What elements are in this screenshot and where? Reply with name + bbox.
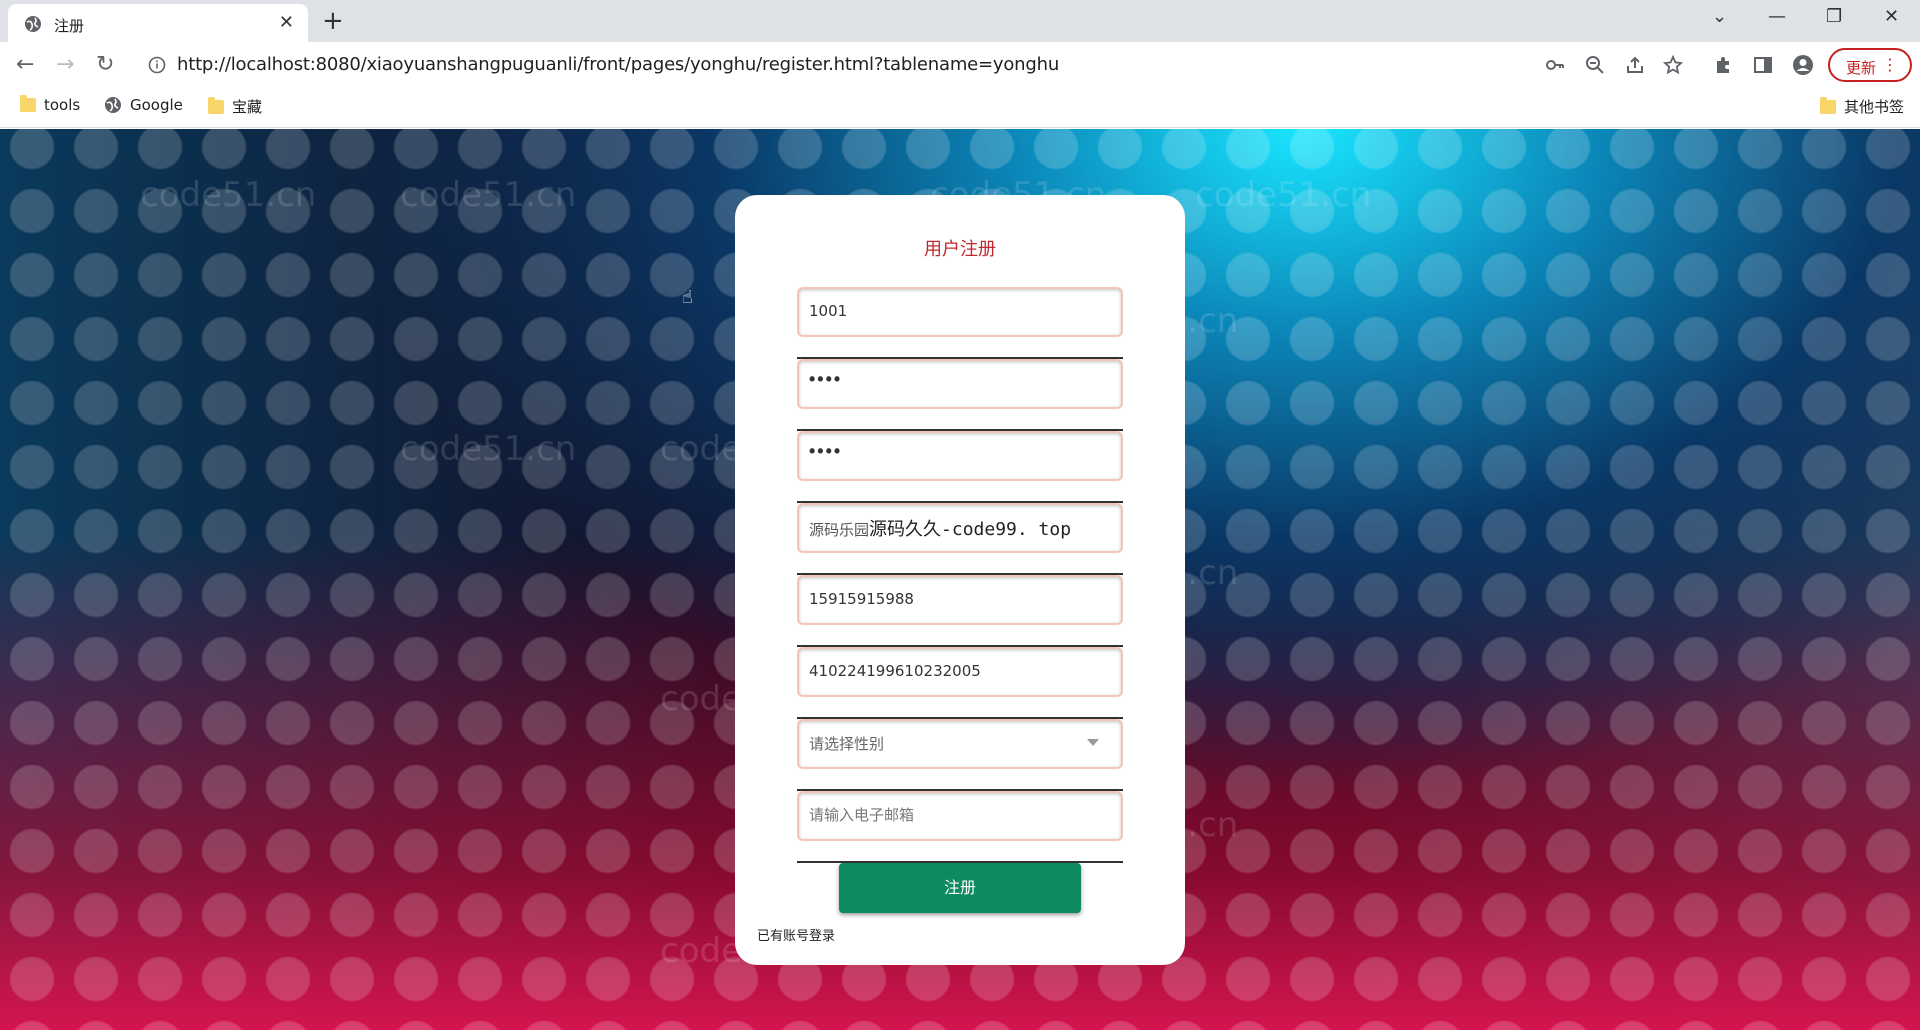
profile-avatar-icon[interactable] [1792, 54, 1814, 76]
globe-icon [25, 16, 41, 32]
confirm-password-field: •••• [797, 431, 1123, 503]
more-menu-icon[interactable]: ⋮ [1882, 55, 1898, 74]
address-bar[interactable]: http://localhost:8080/xiaoyuanshangpugua… [177, 54, 1059, 75]
close-window-icon[interactable]: ✕ [1884, 6, 1899, 27]
gender-select-placeholder: 请选择性别 [809, 735, 885, 753]
folder-icon [20, 95, 36, 112]
dropdown-arrow-icon[interactable] [1087, 739, 1099, 746]
forward-icon[interactable]: → [56, 52, 74, 77]
bookmarks-bar: tools Google 宝藏 其他书签 [0, 88, 1920, 128]
new-tab-button[interactable]: + [322, 6, 344, 36]
page-title: 用户注册 [924, 239, 996, 260]
hand-cursor-icon: ☝ [682, 287, 693, 307]
watermark-text: code51.cn [1195, 175, 1372, 215]
other-bookmarks-label: 其他书签 [1844, 98, 1905, 116]
name-value-main: 源码久久-code99. top [869, 519, 1072, 540]
password-field: •••• [797, 359, 1123, 431]
minimize-icon[interactable]: — [1768, 6, 1786, 27]
bookmark-label: tools [44, 96, 81, 114]
side-panel-icon[interactable] [1752, 54, 1774, 76]
name-value-prefix: 源码乐园 [809, 521, 870, 539]
account-field [797, 287, 1123, 359]
phone-input[interactable] [809, 587, 1105, 611]
star-icon[interactable] [1662, 54, 1684, 76]
gender-select-field: 请选择性别 [797, 719, 1123, 791]
account-input[interactable] [809, 299, 1105, 323]
name-input[interactable]: 源码乐园源码久久-code99. top [809, 515, 1071, 541]
browser-toolbar: ← → ↻ http://localhost:8080/xiaoyuanshan… [0, 42, 1920, 88]
zoom-out-icon[interactable] [1584, 54, 1606, 76]
reload-icon[interactable]: ↻ [96, 52, 114, 77]
extensions-icon[interactable] [1712, 54, 1734, 76]
bookmark-treasure[interactable]: 宝藏 [208, 96, 262, 117]
register-button[interactable]: 注册 [839, 863, 1081, 913]
watermark-text: code51.cn [140, 175, 317, 215]
close-tab-icon[interactable]: ✕ [279, 12, 294, 33]
bookmark-label: 宝藏 [232, 98, 263, 116]
chevron-down-icon[interactable]: ⌄ [1712, 6, 1727, 27]
folder-icon [1820, 96, 1836, 114]
id-card-field [797, 647, 1123, 719]
info-icon[interactable] [148, 56, 166, 74]
phone-field [797, 575, 1123, 647]
watermark-text: code51.cn [400, 429, 577, 469]
confirm-password-input-box[interactable] [797, 431, 1123, 481]
bookmark-tools[interactable]: tools [20, 95, 81, 114]
folder-icon [208, 96, 224, 114]
update-button[interactable]: 更新 ⋮ [1828, 48, 1912, 82]
watermark-text: code51.cn [400, 175, 577, 215]
password-input-box[interactable] [797, 359, 1123, 409]
password-input[interactable]: •••• [809, 369, 842, 390]
tab-strip: 注册 ✕ + ⌄ — ❐ ✕ [0, 0, 1920, 42]
update-label: 更新 [1846, 59, 1877, 77]
bookmark-google[interactable]: Google [104, 96, 183, 114]
register-card: 用户注册 •••• •••• 源码乐园源码久久-code99. top [735, 195, 1185, 965]
share-icon[interactable] [1624, 54, 1646, 76]
key-icon[interactable] [1544, 54, 1566, 76]
back-icon[interactable]: ← [16, 52, 34, 77]
email-input[interactable] [809, 803, 1105, 827]
bookmark-label: Google [130, 96, 183, 114]
id-card-input[interactable] [809, 659, 1105, 683]
name-field: 源码乐园源码久久-code99. top [797, 503, 1123, 575]
login-link[interactable]: 已有账号登录 [757, 925, 835, 944]
other-bookmarks[interactable]: 其他书签 [1820, 96, 1904, 117]
browser-tab[interactable]: 注册 ✕ [8, 4, 308, 42]
restore-icon[interactable]: ❐ [1826, 6, 1842, 27]
email-field [797, 791, 1123, 863]
page-background: code51.cn code51.cn code51.cn code51.cn … [0, 129, 1920, 1030]
tab-title: 注册 [54, 17, 85, 35]
confirm-password-input[interactable]: •••• [809, 441, 842, 462]
globe-icon [105, 97, 121, 113]
